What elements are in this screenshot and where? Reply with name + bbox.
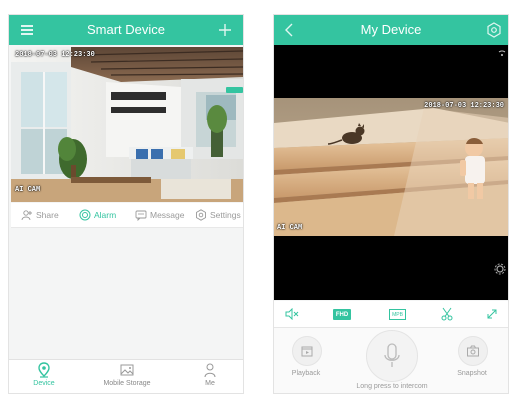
microphone-icon [384,343,400,367]
playback-icon [301,346,313,357]
snapshot-button[interactable] [458,336,488,366]
message-button[interactable]: Message [135,208,185,222]
fullscreen-icon [487,309,497,319]
share-label: Share [36,210,59,220]
settings-button[interactable]: Settings [195,208,241,222]
share-button[interactable]: Share [21,208,59,222]
fhd-quality-button[interactable]: FHD [333,309,351,320]
gear-icon[interactable] [484,20,504,40]
message-label: Message [150,210,185,220]
nav-mobile-storage[interactable]: Mobile Storage [92,362,162,387]
intercom-panel: Playback Long press to intercom Snapshot [274,328,508,393]
intercom-label: Long press to intercom [356,383,428,390]
settings-icon [196,209,206,221]
live-video-image [274,98,508,236]
video-controls-bar: FHD MPB [274,301,508,328]
snapshot-label: Snapshot [457,370,487,377]
camera-actions-bar: Share Alarm Message Settings [11,203,243,228]
living-room-photo [11,47,243,202]
camera-timestamp: 2018-07-03 12:23:30 [15,51,95,59]
live-view-screen: My Device 2018-07-03 12:23:30 AI CAM FHD… [273,14,509,394]
nav-me-label: Me [205,380,215,387]
alarm-icon [79,209,91,221]
screen-mode-button[interactable]: MPB [389,309,406,320]
image-icon [120,364,134,376]
nav-mobile-storage-label: Mobile Storage [103,380,151,387]
mute-button[interactable] [284,306,300,322]
nav-device-label: Device [33,380,55,387]
alarm-button[interactable]: Alarm [79,208,116,222]
settings-label: Settings [210,210,241,220]
video-player[interactable]: 2018-07-03 12:23:30 AI CAM [274,45,508,300]
scissors-icon [441,307,453,321]
plus-icon[interactable] [215,20,235,40]
location-pin-icon [38,362,50,378]
nav-device[interactable]: Device [9,362,79,387]
page-title: My Device [360,22,422,37]
person-icon [204,363,216,378]
video-frame: 2018-07-03 12:23:30 AI CAM [274,98,508,236]
top-bar: My Device [274,15,508,45]
video-camera-name: AI CAM [277,224,303,232]
camera-name-overlay: AI CAM [15,186,41,194]
message-icon [135,210,147,221]
fullscreen-button[interactable] [484,306,500,322]
playback-button[interactable] [292,336,322,366]
top-bar: Smart Device [9,15,243,45]
wifi-icon [498,50,506,56]
playback-label: Playback [291,370,321,377]
page-title: Smart Device [86,22,166,37]
intercom-button[interactable] [366,330,418,382]
bottom-nav: Device Mobile Storage Me [9,359,243,393]
mute-icon [285,308,299,320]
camera-icon [467,345,479,357]
video-timestamp: 2018-07-03 12:23:30 [424,102,504,110]
nav-me[interactable]: Me [175,362,243,387]
ptz-gear-icon[interactable] [494,263,506,275]
alarm-label: Alarm [94,210,117,220]
camera-thumbnail[interactable]: 2018-07-03 12:23:30 AI CAM [11,47,243,202]
device-list-screen: Smart Device 2018-07-03 12:23:30 AI CAM … [8,14,244,394]
share-icon [21,210,32,221]
clip-button[interactable] [439,306,455,322]
